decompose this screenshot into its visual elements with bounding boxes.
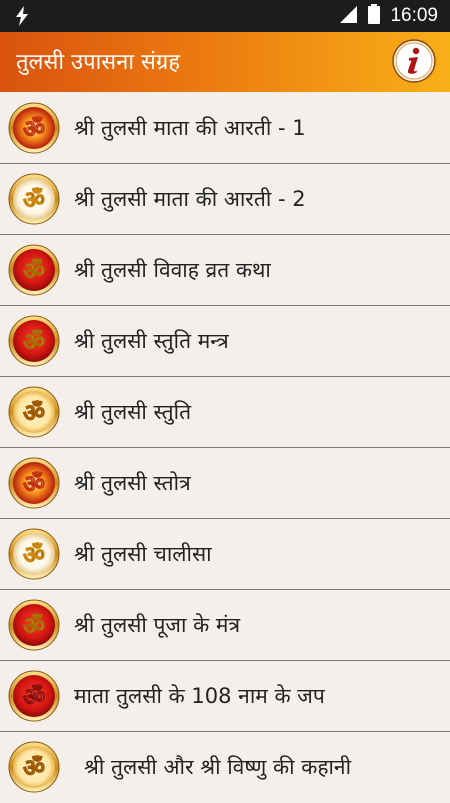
list-item-label: श्री तुलसी माता की आरती - 2	[74, 187, 306, 211]
list-item[interactable]: ॐ माता तुलसी के 108 नाम के जप	[0, 661, 450, 732]
svg-text:ॐ: ॐ	[23, 115, 45, 143]
om-icon: ॐ	[8, 528, 60, 580]
list-item[interactable]: ॐ श्री तुलसी स्तोत्र	[0, 448, 450, 519]
list-item[interactable]: ॐ श्री तुलसी और श्री विष्णु की कहानी	[0, 732, 450, 803]
svg-text:ॐ: ॐ	[23, 612, 45, 640]
list-item-label: श्री तुलसी और श्री विष्णु की कहानी	[84, 755, 352, 779]
status-time: 16:09	[390, 5, 438, 26]
aarti-list: ॐ श्री तुलसी माता की आरती - 1 ॐ श्री तुल…	[0, 93, 450, 803]
svg-text:ॐ: ॐ	[23, 754, 45, 782]
list-item[interactable]: ॐ श्री तुलसी माता की आरती - 2	[0, 164, 450, 235]
svg-text:ॐ: ॐ	[23, 257, 45, 285]
svg-text:ॐ: ॐ	[23, 328, 45, 356]
svg-text:ॐ: ॐ	[23, 470, 45, 498]
list-item-label: श्री तुलसी माता की आरती - 1	[74, 116, 306, 140]
svg-text:ॐ: ॐ	[23, 683, 45, 711]
om-icon: ॐ	[8, 102, 60, 154]
list-item-label: श्री तुलसी स्तुति	[74, 400, 192, 424]
om-icon: ॐ	[8, 599, 60, 651]
list-item-label: श्री तुलसी विवाह व्रत कथा	[74, 258, 271, 282]
list-item-label: श्री तुलसी पूजा के मंत्र	[74, 613, 241, 637]
list-item[interactable]: ॐ श्री तुलसी पूजा के मंत्र	[0, 590, 450, 661]
list-item-label: श्री तुलसी चालीसा	[74, 542, 212, 566]
list-item-label: श्री तुलसी स्तोत्र	[74, 471, 191, 495]
list-item[interactable]: ॐ श्री तुलसी स्तुति	[0, 377, 450, 448]
svg-text:ॐ: ॐ	[23, 186, 45, 214]
signal-icon	[338, 4, 358, 28]
svg-text:ॐ: ॐ	[23, 399, 45, 427]
status-bar: 16:09	[0, 0, 450, 32]
info-icon[interactable]	[392, 39, 436, 83]
om-icon: ॐ	[8, 386, 60, 438]
om-icon: ॐ	[8, 315, 60, 367]
app-bar: तुलसी उपासना संग्रह	[0, 32, 450, 92]
om-icon: ॐ	[8, 741, 60, 793]
om-icon: ॐ	[8, 670, 60, 722]
om-icon: ॐ	[8, 244, 60, 296]
om-icon: ॐ	[8, 173, 60, 225]
list-item[interactable]: ॐ श्री तुलसी चालीसा	[0, 519, 450, 590]
app-title: तुलसी उपासना संग्रह	[16, 50, 181, 75]
battery-icon	[368, 4, 381, 28]
list-item[interactable]: ॐ श्री तुलसी विवाह व्रत कथा	[0, 235, 450, 306]
om-icon: ॐ	[8, 457, 60, 509]
list-item-label: माता तुलसी के 108 नाम के जप	[74, 684, 325, 708]
svg-text:ॐ: ॐ	[23, 541, 45, 569]
list-item-label: श्री तुलसी स्तुति मन्त्र	[74, 329, 229, 353]
list-item[interactable]: ॐ श्री तुलसी स्तुति मन्त्र	[0, 306, 450, 377]
list-item[interactable]: ॐ श्री तुलसी माता की आरती - 1	[0, 93, 450, 164]
flash-icon	[14, 6, 30, 30]
